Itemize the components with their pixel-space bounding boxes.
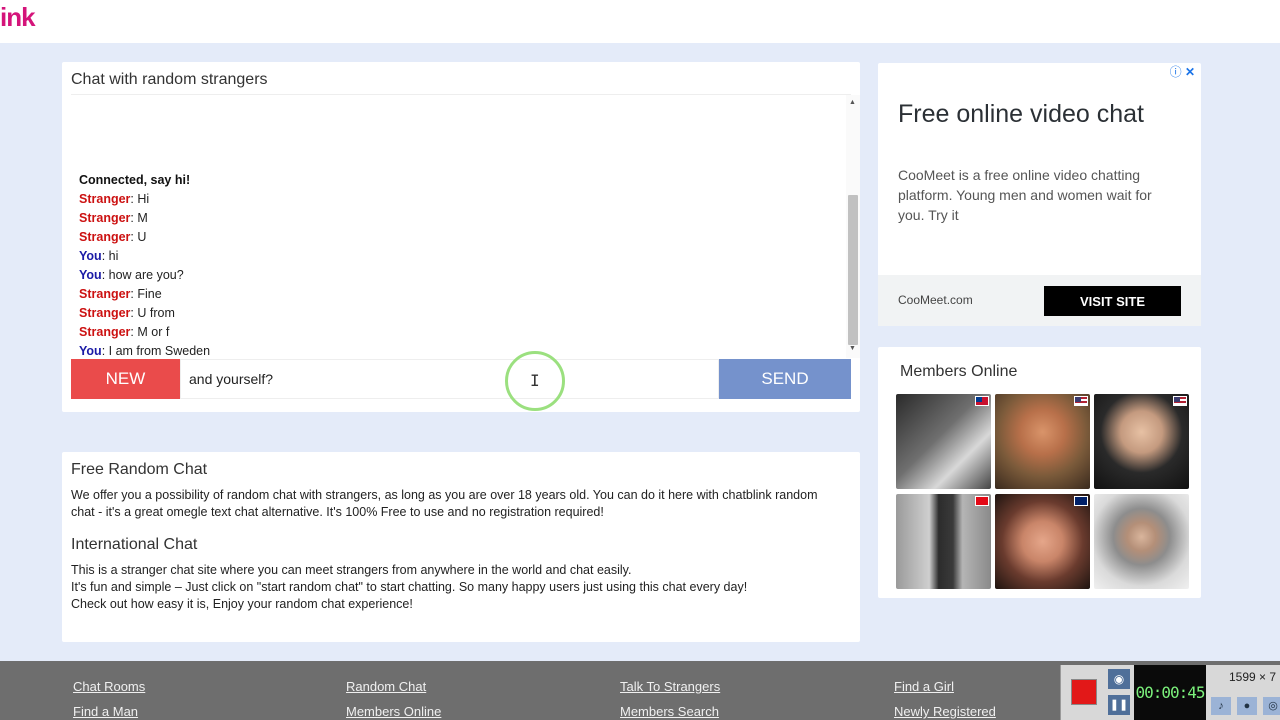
chat-panel: Chat with random strangers Connected, sa… xyxy=(62,62,860,412)
usa-flag-icon xyxy=(1173,396,1187,406)
taiwan-flag-icon xyxy=(975,396,989,406)
chat-scrollbar[interactable]: ▲ ▼ xyxy=(846,95,860,358)
chat-message: You: how are you? xyxy=(79,268,184,282)
international-chat-line-2: It's fun and simple – Just click on "sta… xyxy=(71,580,748,594)
footer-link-members-online[interactable]: Members Online xyxy=(346,704,441,719)
international-chat-line-3: Check out how easy it is, Enjoy your ran… xyxy=(71,597,413,611)
free-random-chat-heading: Free Random Chat xyxy=(71,461,208,478)
microphone-icon[interactable]: ● xyxy=(1237,697,1257,715)
visit-site-button[interactable]: VISIT SITE xyxy=(1044,286,1181,316)
chat-message: Stranger: Fine xyxy=(79,287,162,301)
chat-message: Stranger: Hi xyxy=(79,192,150,206)
scroll-down-icon[interactable]: ▼ xyxy=(849,345,856,352)
top-bar: ink xyxy=(0,0,1280,43)
chat-message: Stranger: M or f xyxy=(79,325,170,339)
footer-link-random-chat[interactable]: Random Chat xyxy=(346,679,426,694)
international-chat-line-1: This is a stranger chat site where you c… xyxy=(71,563,632,577)
screen-recorder-widget: ◉ ❚❚ 00:00:45 1599 × 7 ♪ ● ◎ xyxy=(1060,665,1280,720)
info-icon[interactable]: ⓘ xyxy=(1170,65,1182,79)
close-icon[interactable]: ✕ xyxy=(1185,65,1195,79)
status-message: Connected, say hi! xyxy=(79,173,191,187)
usa-flag-icon xyxy=(1074,396,1088,406)
member-avatar[interactable] xyxy=(896,394,991,489)
scroll-up-icon[interactable]: ▲ xyxy=(849,99,856,106)
ad-title[interactable]: Free online video chat xyxy=(898,100,1144,129)
footer-link-newly-registered[interactable]: Newly Registered xyxy=(894,704,996,719)
chat-message: Stranger: U xyxy=(79,230,147,244)
site-logo[interactable]: ink xyxy=(0,2,36,33)
speaker-icon[interactable]: ♪ xyxy=(1211,697,1231,715)
chat-message: Stranger: M xyxy=(79,211,148,225)
ad-controls: ⓘ ✕ xyxy=(1170,63,1195,80)
members-title: Members Online xyxy=(900,363,1018,380)
resolution-readout: 1599 × 7 xyxy=(1229,670,1277,684)
new-chat-button[interactable]: NEW xyxy=(71,359,180,399)
text-cursor-icon: I xyxy=(530,371,540,390)
ad-text: CooMeet is a free online video chatting … xyxy=(898,167,1152,223)
free-random-chat-text: We offer you a possibility of random cha… xyxy=(71,488,818,519)
message-input[interactable] xyxy=(180,359,719,399)
member-avatar[interactable] xyxy=(995,394,1090,489)
webcam-icon[interactable]: ◎ xyxy=(1263,697,1280,715)
ad-domain[interactable]: CooMeet.com xyxy=(898,293,973,307)
ad-panel[interactable]: ⓘ ✕ Free online video chat CooMeet is a … xyxy=(878,63,1201,326)
australia-flag-icon xyxy=(1074,496,1088,506)
send-button[interactable]: SEND xyxy=(719,359,851,399)
stop-record-button[interactable] xyxy=(1071,679,1097,705)
ad-footer: CooMeet.com VISIT SITE xyxy=(878,275,1201,326)
scroll-thumb[interactable] xyxy=(848,195,858,345)
member-avatar[interactable] xyxy=(1094,394,1189,489)
chat-message: You: hi xyxy=(79,249,119,263)
footer-link-find-a-man[interactable]: Find a Man xyxy=(73,704,138,719)
member-avatar[interactable] xyxy=(1094,494,1189,589)
footer-link-members-search[interactable]: Members Search xyxy=(620,704,719,719)
chat-title: Chat with random strangers xyxy=(71,71,268,88)
member-avatar[interactable] xyxy=(896,494,991,589)
pause-icon[interactable]: ❚❚ xyxy=(1108,695,1130,715)
footer-link-talk-to-strangers[interactable]: Talk To Strangers xyxy=(620,679,720,694)
recording-timer: 00:00:45 xyxy=(1134,665,1206,720)
footer-link-chat-rooms[interactable]: Chat Rooms xyxy=(73,679,145,694)
message-input-row: NEW SEND I xyxy=(71,351,851,411)
member-avatar[interactable] xyxy=(995,494,1090,589)
international-chat-heading: International Chat xyxy=(71,536,198,553)
camera-icon[interactable]: ◉ xyxy=(1108,669,1130,689)
chat-message: Stranger: U from xyxy=(79,306,175,320)
members-panel: Members Online xyxy=(878,347,1201,598)
info-panel: Free Random Chat We offer you a possibil… xyxy=(62,452,860,642)
message-list: Connected, say hi! Stranger: Hi Stranger… xyxy=(79,171,210,361)
footer-link-find-a-girl[interactable]: Find a Girl xyxy=(894,679,954,694)
turkey-flag-icon xyxy=(975,496,989,506)
